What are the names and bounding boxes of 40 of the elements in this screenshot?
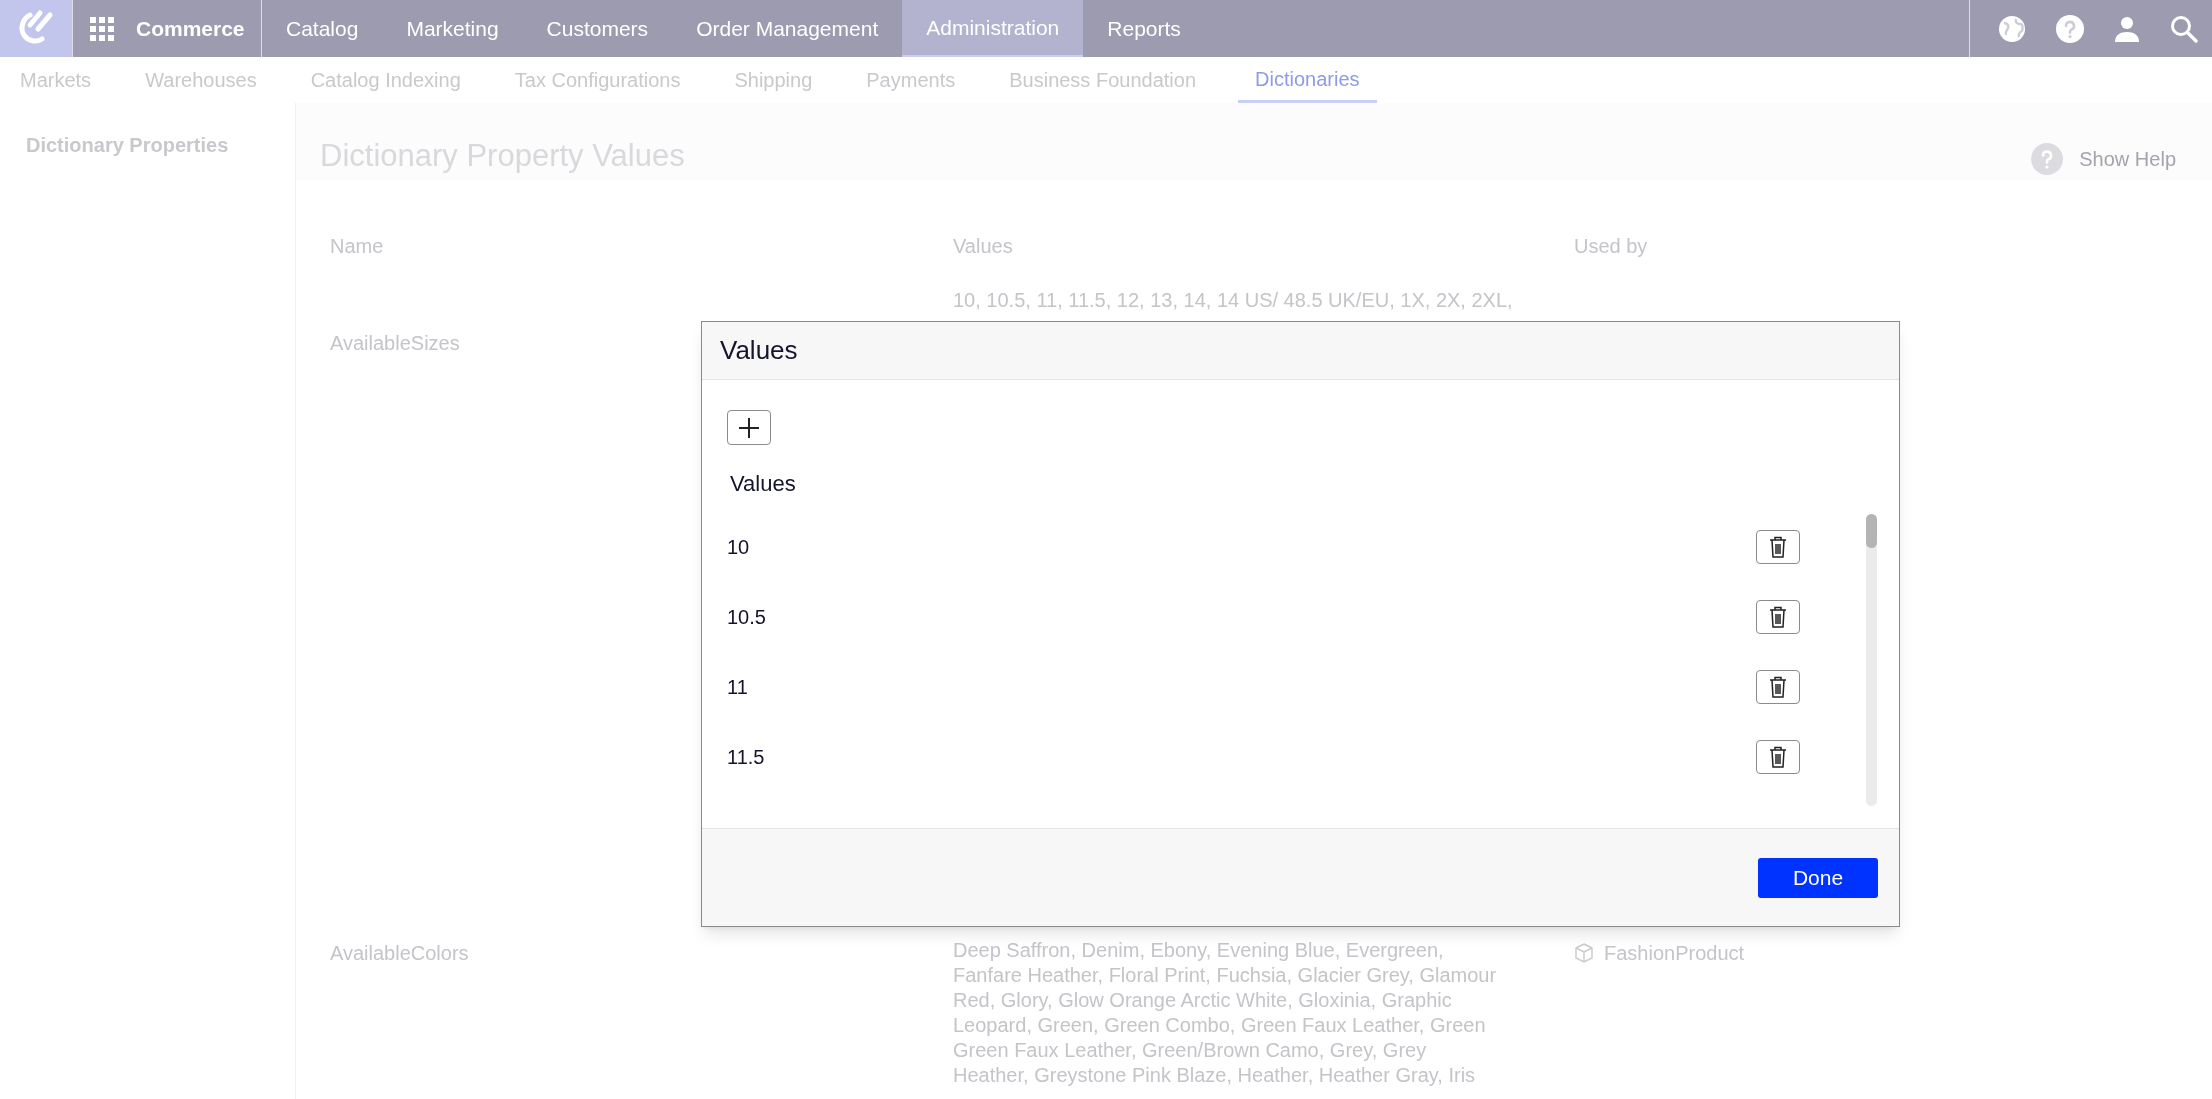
trash-icon <box>1769 746 1787 768</box>
app-name[interactable]: Commerce <box>136 12 245 45</box>
delete-button[interactable] <box>1756 670 1800 704</box>
value-text: 10 <box>727 535 750 560</box>
column-header: Name <box>330 233 384 259</box>
plus-icon <box>738 416 760 439</box>
table-cell-text: Deep Saffron, Denim, Ebony, Evening Blue, Evergreen, Fanfare Heather, Floral Print, Fuchsia, Glacier Grey, Glamour Red, Glory, Glow Orange Arctic White, Gloxinia, Graphic Leopard, Green, Green Combo, Green Faux Leather, Green Green Faux Leather, Green/Brown Camo, Grey, Grey Heather, Greystone Pink Blaze, Heather, Heather Gray, Iris <box>953 937 1498 1088</box>
nav-tab[interactable]: Administration <box>902 0 1084 57</box>
apps-grid-icon[interactable] <box>89 16 114 41</box>
help-icon <box>2031 143 2064 175</box>
table-cell-text: 10, 10.5, 11, 11.5, 12, 13, 14, 14 US/ 48.5 UK/EU, 1X, 2X, 2XL, <box>953 287 1514 313</box>
trash-icon <box>1769 536 1787 558</box>
nav-tab[interactable]: Reports <box>1083 0 1205 57</box>
delete-button[interactable] <box>1756 600 1800 634</box>
nav-tab[interactable]: Marketing <box>382 0 523 57</box>
dialog-title: Values <box>720 334 798 367</box>
show-help-link[interactable]: Show Help <box>2079 144 2176 174</box>
nav-tab[interactable]: Catalog <box>262 0 383 57</box>
column-header: Values <box>953 233 1013 259</box>
user-icon[interactable] <box>2114 15 2140 42</box>
value-text: 11 <box>727 675 748 700</box>
done-button[interactable]: Done <box>1758 857 1878 898</box>
table-cell-text: AvailableColors <box>330 940 469 966</box>
column-header: Used by <box>1574 233 1648 259</box>
value-text: 10.5 <box>727 605 766 630</box>
value-text: 11.5 <box>727 745 765 770</box>
table-cell-text: AvailableSizes <box>330 330 460 356</box>
nav-tab[interactable]: Customers <box>522 0 673 57</box>
globe-icon[interactable] <box>1998 14 2026 43</box>
nav-tab[interactable]: Order Management <box>672 0 903 57</box>
search-icon[interactable] <box>2170 14 2198 43</box>
trash-icon <box>1769 676 1787 698</box>
cube-icon <box>1574 942 1594 963</box>
trash-icon <box>1769 606 1787 628</box>
delete-button[interactable] <box>1756 740 1800 774</box>
table-cell-text: FashionProduct <box>1604 940 1745 966</box>
add-button[interactable] <box>727 410 771 445</box>
list-header: Values <box>730 470 797 498</box>
help-icon[interactable] <box>2056 14 2084 43</box>
delete-button[interactable] <box>1756 530 1800 564</box>
